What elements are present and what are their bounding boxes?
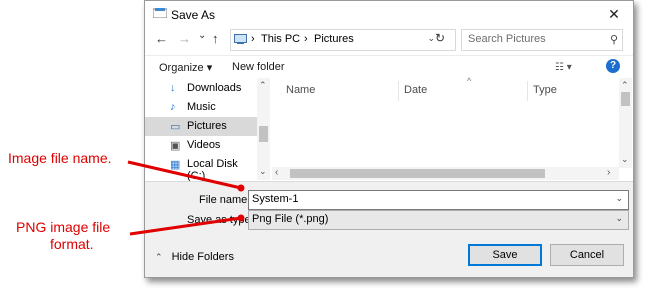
chevron-right-icon[interactable]: › bbox=[607, 167, 610, 178]
file-list: ^ Name Date Type ⌃ ⌄ ‹ › bbox=[272, 76, 633, 180]
sidebar-item-downloads[interactable]: ↓ Downloads bbox=[145, 79, 257, 98]
breadcrumb-separator: › bbox=[251, 33, 255, 45]
file-name-label: File name: bbox=[199, 194, 251, 206]
horizontal-scrollbar[interactable]: ‹ › bbox=[272, 167, 619, 180]
computer-icon bbox=[234, 34, 247, 44]
hide-folders-toggle[interactable]: ⌃ Hide Folders bbox=[155, 251, 234, 263]
save-as-dialog: Save As ✕ ← → ⌄ ↑ › This PC › Pictures ⌄… bbox=[144, 0, 634, 278]
videos-icon: ▣ bbox=[170, 140, 181, 152]
organize-menu[interactable]: Organize ▾ bbox=[159, 61, 212, 74]
sidebar-scrollbar[interactable]: ⌃ ⌄ bbox=[257, 78, 270, 180]
file-format-callout-line1: PNG image file bbox=[16, 219, 111, 235]
column-divider[interactable] bbox=[398, 81, 399, 101]
column-divider[interactable] bbox=[527, 81, 528, 101]
file-name-value: System-1 bbox=[252, 193, 299, 205]
chevron-down-icon[interactable]: ⌄ bbox=[427, 33, 435, 44]
search-placeholder: Search Pictures bbox=[468, 33, 546, 45]
sidebar-item-label: Videos bbox=[187, 139, 221, 151]
file-name-callout: Image file name. bbox=[8, 150, 112, 166]
refresh-icon[interactable]: ↻ bbox=[435, 31, 445, 45]
breadcrumb-separator: › bbox=[304, 33, 308, 45]
address-bar[interactable]: › This PC › Pictures ⌄ bbox=[230, 29, 456, 51]
chevron-down-icon[interactable]: ⌄ bbox=[259, 166, 267, 177]
column-header-date[interactable]: Date bbox=[404, 84, 427, 96]
sidebar-item-local-disk[interactable]: ▦ Local Disk (C:) bbox=[145, 155, 257, 182]
view-options-icon[interactable]: ☷ ▾ bbox=[555, 62, 572, 73]
save-as-type-select[interactable]: Png File (*.png) ⌄ bbox=[248, 210, 629, 230]
drive-icon: ▦ bbox=[170, 159, 181, 171]
sort-ascending-icon: ^ bbox=[467, 76, 472, 86]
chevron-up-icon[interactable]: ⌃ bbox=[621, 80, 629, 91]
back-button[interactable]: ← bbox=[155, 31, 168, 46]
navigation-bar: ← → ⌄ ↑ › This PC › Pictures ⌄ ↻ Search … bbox=[145, 28, 633, 52]
scrollbar-thumb[interactable] bbox=[621, 92, 630, 106]
chevron-up-icon[interactable]: ⌃ bbox=[259, 80, 267, 91]
downloads-icon: ↓ bbox=[170, 82, 176, 94]
new-folder-button[interactable]: New folder bbox=[232, 61, 285, 73]
recent-locations-button[interactable]: ⌄ bbox=[198, 30, 206, 41]
dialog-footer: File name: System-1 ⌄ Save as type: Png … bbox=[145, 181, 633, 277]
help-icon[interactable]: ? bbox=[606, 59, 620, 73]
pictures-icon: ▭ bbox=[170, 121, 181, 133]
breadcrumb-this-pc[interactable]: This PC bbox=[261, 33, 300, 45]
search-input[interactable]: Search Pictures ⚲ bbox=[461, 29, 623, 51]
chevron-down-icon[interactable]: ⌄ bbox=[621, 154, 629, 165]
scrollbar-thumb[interactable] bbox=[290, 169, 545, 178]
scrollbar-thumb[interactable] bbox=[259, 126, 268, 142]
search-icon: ⚲ bbox=[609, 34, 618, 46]
up-folder-button[interactable]: ↑ bbox=[212, 31, 219, 46]
sidebar-item-pictures[interactable]: ▭ Pictures bbox=[145, 117, 257, 136]
column-header-name[interactable]: Name bbox=[286, 84, 315, 96]
close-button[interactable]: ✕ bbox=[601, 3, 627, 25]
vertical-scrollbar[interactable]: ⌃ ⌄ bbox=[619, 78, 632, 168]
sidebar-item-label: Pictures bbox=[187, 120, 227, 132]
hide-folders-label: Hide Folders bbox=[171, 251, 234, 263]
sidebar-item-videos[interactable]: ▣ Videos bbox=[145, 136, 257, 155]
save-as-type-label: Save as type: bbox=[187, 214, 254, 226]
music-icon: ♪ bbox=[170, 101, 176, 113]
sidebar-item-label: Downloads bbox=[187, 82, 242, 94]
command-toolbar: Organize ▾ New folder ☷ ▾ ? bbox=[145, 55, 633, 78]
save-as-app-icon bbox=[153, 8, 167, 18]
save-as-type-value: Png File (*.png) bbox=[252, 213, 329, 225]
sidebar-item-music[interactable]: ♪ Music bbox=[145, 98, 257, 117]
chevron-down-icon[interactable]: ⌄ bbox=[615, 193, 623, 204]
column-header-type[interactable]: Type bbox=[533, 84, 557, 96]
file-format-callout-line2: format. bbox=[50, 236, 94, 252]
dialog-title: Save As bbox=[171, 8, 216, 22]
sidebar-item-label: Local Disk (C:) bbox=[187, 158, 238, 182]
chevron-down-icon[interactable]: ⌄ bbox=[615, 213, 623, 224]
save-button[interactable]: Save bbox=[468, 244, 542, 266]
breadcrumb-pictures[interactable]: Pictures bbox=[314, 33, 354, 45]
file-name-field[interactable]: System-1 ⌄ bbox=[248, 190, 629, 210]
navigation-pane: ↓ Downloads ♪ Music ▭ Pictures ▣ Videos … bbox=[145, 78, 271, 182]
title-bar: Save As ✕ bbox=[145, 1, 633, 27]
sidebar-item-label: Music bbox=[187, 101, 216, 113]
cancel-button[interactable]: Cancel bbox=[550, 244, 624, 266]
forward-button[interactable]: → bbox=[178, 31, 191, 46]
chevron-up-icon: ⌃ bbox=[155, 252, 163, 262]
chevron-left-icon[interactable]: ‹ bbox=[275, 167, 278, 178]
